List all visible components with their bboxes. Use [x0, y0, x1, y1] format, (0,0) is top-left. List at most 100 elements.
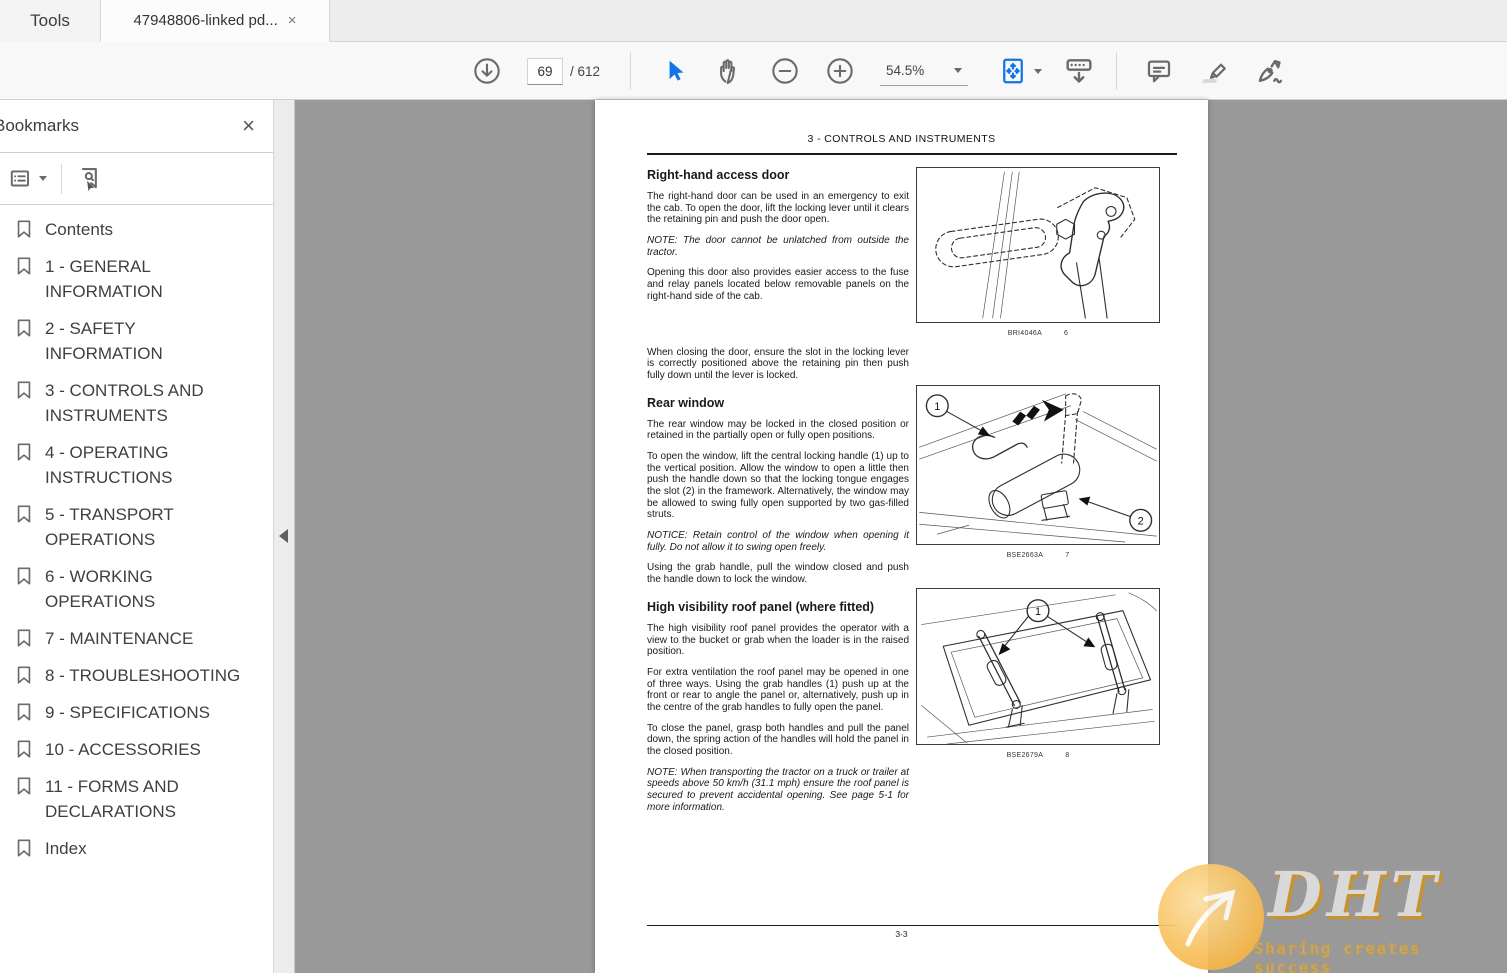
- find-bookmark-icon: [81, 167, 97, 191]
- bookmark-label: 4 - OPERATING INSTRUCTIONS: [45, 443, 173, 487]
- comment-tool-button[interactable]: [1144, 56, 1174, 86]
- bookmarks-options-button[interactable]: [8, 166, 47, 192]
- zoom-in-button[interactable]: [826, 56, 854, 86]
- save-download-button[interactable]: [473, 56, 501, 86]
- tab-close-icon[interactable]: ×: [288, 13, 297, 28]
- minus-circle-icon: [772, 58, 798, 84]
- page-text-column: Right-hand access door The right-hand do…: [647, 166, 909, 813]
- callout-2: 2: [1138, 516, 1144, 528]
- paragraph: When closing the door, ensure the slot i…: [647, 346, 909, 381]
- hand-icon: [720, 59, 736, 85]
- paragraph: The rear window may be locked in the clo…: [647, 418, 909, 442]
- footer-rule: [647, 925, 1177, 926]
- page-total-label: / 612: [570, 63, 601, 79]
- bookmark-label: 5 - TRANSPORT OPERATIONS: [45, 505, 174, 549]
- figure-number: 7: [1065, 552, 1070, 559]
- bookmark-label: 2 - SAFETY INFORMATION: [45, 319, 163, 363]
- highlight-tool-button[interactable]: [1201, 56, 1231, 86]
- main-toolbar: / 612 54.5%: [0, 42, 1507, 100]
- hide-toolbar-button[interactable]: [1063, 56, 1095, 86]
- section-heading: Rear window: [647, 395, 725, 410]
- bookmarks-title: Bookmarks: [0, 116, 80, 135]
- bookmark-icon: [17, 839, 31, 857]
- figure-code: BSE2679A: [1006, 752, 1044, 759]
- bookmark-item-accessories[interactable]: 10 - ACCESSORIES: [0, 737, 260, 762]
- fit-page-button[interactable]: [998, 56, 1042, 86]
- bookmark-item-operating-instructions[interactable]: 4 - OPERATING INSTRUCTIONS: [0, 440, 260, 490]
- collapse-panel-icon[interactable]: [279, 529, 288, 543]
- paragraph: For extra ventilation the roof panel may…: [647, 666, 909, 713]
- toolbar-divider: [61, 163, 62, 194]
- bookmark-item-contents[interactable]: Contents: [0, 217, 260, 242]
- paragraph: Opening this door also provides easier a…: [647, 267, 909, 302]
- figure-code: BSE2663A: [1006, 552, 1044, 559]
- bookmarks-panel: Bookmarks × Contents 1 - GENERAL INFORMA…: [0, 100, 274, 973]
- highlighter-icon: [1202, 63, 1226, 83]
- note-paragraph: NOTE: The door cannot be unlatched from …: [647, 235, 909, 258]
- tab-document-label: 47948806-linked pd...: [133, 12, 278, 29]
- bookmark-item-transport-operations[interactable]: 5 - TRANSPORT OPERATIONS: [0, 502, 260, 552]
- bookmark-item-specifications[interactable]: 9 - SPECIFICATIONS: [0, 700, 260, 725]
- bookmarks-toolbar: [0, 153, 273, 205]
- zoom-out-button[interactable]: [771, 56, 799, 86]
- chevron-down-icon: [954, 68, 962, 73]
- section-heading: Right-hand access door: [647, 168, 790, 182]
- section-heading: High visibility roof panel (where fitted…: [647, 599, 875, 614]
- bookmark-item-troubleshooting[interactable]: 8 - TROUBLESHOOTING: [0, 663, 260, 688]
- hand-tool-button[interactable]: [716, 56, 744, 86]
- zoom-level-dropdown[interactable]: 54.5%: [880, 56, 968, 86]
- bookmark-item-general-information[interactable]: 1 - GENERAL INFORMATION: [0, 254, 260, 304]
- bookmark-label: Index: [45, 839, 87, 858]
- door-lever-illustration: [916, 167, 1160, 323]
- bookmark-label: 7 - MAINTENANCE: [45, 629, 194, 648]
- figure-number: 8: [1065, 752, 1070, 759]
- header-rule: [647, 153, 1177, 155]
- bookmark-item-index[interactable]: Index: [0, 836, 260, 861]
- select-tool-button[interactable]: [662, 56, 688, 86]
- fit-page-icon: [1003, 58, 1023, 84]
- bookmark-icon: [17, 505, 31, 523]
- find-current-bookmark-button[interactable]: [76, 165, 104, 193]
- page-number-input[interactable]: [527, 57, 563, 85]
- paragraph: The high visibility roof panel provides …: [647, 622, 909, 658]
- bookmark-label: 9 - SPECIFICATIONS: [45, 703, 210, 722]
- bookmark-item-safety-information[interactable]: 2 - SAFETY INFORMATION: [0, 316, 260, 366]
- download-icon: [474, 58, 500, 84]
- figure-access-door: BRI4046A 6: [916, 167, 1160, 337]
- note-paragraph: NOTE: When transporting the tractor on a…: [647, 766, 909, 813]
- bookmark-icon: [17, 629, 31, 647]
- bookmark-item-working-operations[interactable]: 6 - WORKING OPERATIONS: [0, 564, 260, 614]
- bookmark-item-forms-and-declarations[interactable]: 11 - FORMS AND DECLARATIONS: [0, 774, 260, 824]
- bookmark-label: 3 - CONTROLS AND INSTRUMENTS: [45, 381, 204, 425]
- page-running-header: 3 - CONTROLS AND INSTRUMENTS: [807, 133, 996, 145]
- figure-number: 6: [1064, 330, 1069, 337]
- bookmark-label: 8 - TROUBLESHOOTING: [45, 666, 241, 685]
- tab-document[interactable]: 47948806-linked pd... ×: [101, 0, 330, 42]
- figure-roof-panel: 1 BSE2679A 8: [916, 588, 1160, 759]
- fill-sign-button[interactable]: [1254, 56, 1288, 86]
- tab-tools-label: Tools: [30, 11, 70, 30]
- figure-code: BRI4046A: [1007, 330, 1043, 337]
- document-canvas[interactable]: 3 - CONTROLS AND INSTRUMENTS Right-hand …: [295, 100, 1507, 973]
- bookmark-icon: [17, 443, 31, 461]
- options-list-icon: [10, 169, 30, 186]
- bookmark-label: Contents: [45, 220, 114, 239]
- page-number-field: [527, 56, 563, 86]
- acrobat-window: Tools 47948806-linked pd... × / 612: [0, 0, 1507, 973]
- bookmark-label: 11 - FORMS AND DECLARATIONS: [45, 777, 179, 821]
- tab-tools[interactable]: Tools: [0, 0, 101, 42]
- panel-splitter[interactable]: [274, 100, 295, 973]
- callout-1: 1: [934, 401, 940, 413]
- bookmark-item-maintenance[interactable]: 7 - MAINTENANCE: [0, 626, 260, 651]
- roof-panel-illustration: 1: [916, 588, 1160, 745]
- chevron-down-icon: [39, 176, 47, 181]
- figure-caption: BRI4046A 6: [916, 330, 1160, 337]
- paragraph: Using the grab handle, pull the window c…: [647, 562, 909, 586]
- figure-rear-window: 1 2 BSE2663A 7: [916, 385, 1160, 559]
- chevron-down-icon: [1034, 68, 1042, 74]
- paragraph: To close the panel, grasp both handles a…: [647, 722, 909, 757]
- figure-caption: BSE2663A 7: [916, 552, 1160, 559]
- bookmark-label: 6 - WORKING OPERATIONS: [45, 567, 156, 611]
- bookmark-item-controls-and-instruments[interactable]: 3 - CONTROLS AND INSTRUMENTS: [0, 378, 260, 428]
- close-icon[interactable]: ×: [242, 115, 255, 137]
